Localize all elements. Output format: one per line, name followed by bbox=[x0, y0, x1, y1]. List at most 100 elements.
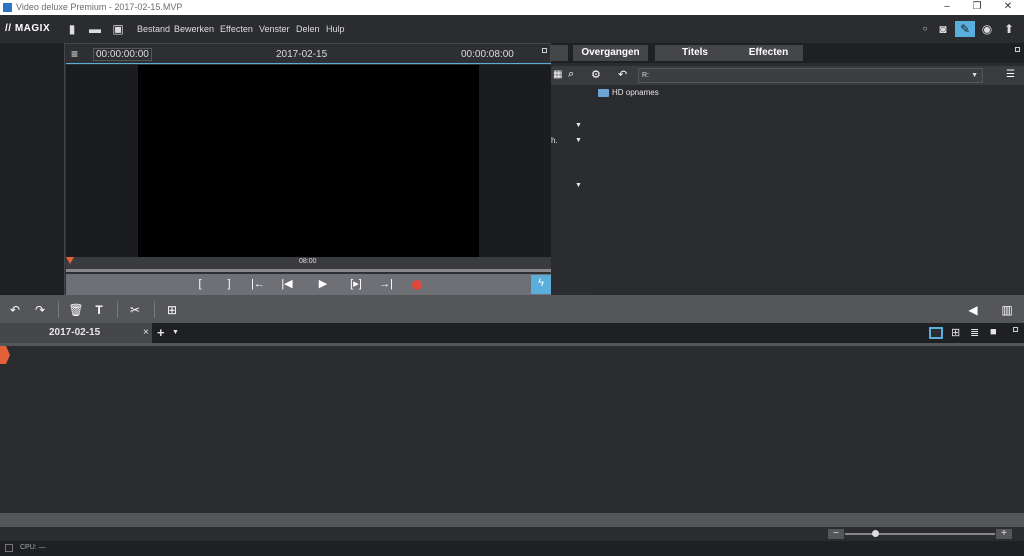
prev-frame-icon[interactable]: |◀ bbox=[278, 276, 296, 293]
left-dock bbox=[0, 43, 64, 295]
menu-bewerken[interactable]: Bewerken bbox=[174, 24, 214, 34]
maximize-button[interactable]: ❐ bbox=[962, 1, 992, 12]
dot-icon[interactable]: ○ bbox=[917, 21, 933, 37]
tab-effecten[interactable]: Effecten bbox=[734, 45, 803, 61]
menu-icon[interactable]: ≡ bbox=[71, 47, 78, 61]
timecode-duration: 00:00:08:00 bbox=[461, 49, 514, 60]
upload-icon[interactable]: ⬆ bbox=[1001, 21, 1017, 37]
horizontal-scrollbar[interactable] bbox=[0, 513, 1024, 527]
arranger-tab-row: 2017-02-15 × + ▼ ⊞ ≣ ■ bbox=[0, 323, 1024, 343]
new-file-icon[interactable]: ▮ bbox=[64, 21, 80, 37]
arranger-tab[interactable]: 2017-02-15 × bbox=[0, 323, 152, 343]
goto-start-icon[interactable]: |← bbox=[249, 276, 267, 293]
search-icon[interactable]: ⌕ bbox=[568, 68, 574, 81]
menu-hulp[interactable]: Hulp bbox=[326, 24, 345, 34]
arranger-tab-label: 2017-02-15 bbox=[49, 327, 101, 338]
tree-item-label[interactable]: h. bbox=[551, 136, 558, 145]
playhead-marker[interactable] bbox=[66, 257, 74, 264]
playhead-marker[interactable] bbox=[0, 346, 10, 364]
undo-icon[interactable]: ↶ bbox=[6, 302, 24, 318]
goto-end-icon[interactable]: →| bbox=[377, 276, 395, 293]
preview-title: 2017-02-15 bbox=[276, 49, 328, 60]
chevron-down-icon[interactable]: ▼ bbox=[172, 329, 179, 336]
window-title: Video deluxe Premium - 2017-02-15.MVP bbox=[16, 2, 183, 12]
preview-scrub-bar[interactable]: 08:00 bbox=[66, 257, 551, 269]
status-icon bbox=[5, 544, 13, 552]
mark-in-button[interactable]: [ bbox=[191, 276, 209, 293]
zoom-in-button[interactable]: + bbox=[996, 529, 1012, 539]
tab-overgangen[interactable]: Overgangen bbox=[573, 45, 648, 61]
folder-tree: ▼ h. ▼ ▼ bbox=[551, 85, 593, 295]
tree-expand-icon[interactable]: ▼ bbox=[575, 137, 582, 144]
tree-expand-icon[interactable]: ▼ bbox=[575, 122, 582, 129]
add-tab-button[interactable]: + bbox=[157, 325, 165, 340]
scene-mode-icon[interactable]: ⊞ bbox=[951, 326, 960, 339]
chevron-down-icon: ▼ bbox=[971, 72, 978, 79]
media-pool: Overgangen Titels Effecten ▦ ⌕ ⚙ ↶ R: ▼ … bbox=[551, 43, 1024, 295]
maximize-panel-icon[interactable] bbox=[542, 48, 547, 53]
divider bbox=[58, 301, 59, 318]
menu-effecten[interactable]: Effecten bbox=[220, 24, 253, 34]
play-icon[interactable]: ▶ bbox=[314, 276, 332, 293]
list-view-icon[interactable]: ☰ bbox=[1006, 69, 1015, 80]
file-name: HD opnames bbox=[612, 88, 659, 97]
path-value: R: bbox=[642, 72, 649, 79]
menu-bar: // MAGIX ▮ ▬ ▣ Bestand Bewerken Effecten… bbox=[0, 15, 1024, 43]
file-list: HD opnames bbox=[593, 85, 1024, 295]
tab-titels[interactable]: Titels bbox=[655, 45, 735, 61]
cut-icon[interactable]: ✂ bbox=[126, 302, 144, 318]
edit-mode-icon[interactable]: ✎ bbox=[955, 21, 975, 37]
divider bbox=[117, 301, 118, 318]
insert-icon[interactable]: ⊞ bbox=[163, 302, 181, 318]
zoom-slider[interactable] bbox=[845, 533, 995, 535]
close-icon[interactable]: × bbox=[143, 327, 149, 338]
gear-icon[interactable]: ⚙ bbox=[591, 68, 601, 81]
status-bar: CPU: — bbox=[0, 541, 1024, 556]
open-folder-icon[interactable]: ▬ bbox=[87, 21, 103, 37]
camera-icon[interactable]: ◙ bbox=[935, 21, 951, 37]
zoom-slider-handle[interactable] bbox=[872, 530, 879, 537]
menu-delen[interactable]: Delen bbox=[296, 24, 320, 34]
save-icon[interactable]: ▣ bbox=[110, 21, 126, 37]
storyboard-mode-icon[interactable] bbox=[929, 327, 943, 339]
accent-line bbox=[66, 63, 551, 64]
delete-icon[interactable]: 🗑 bbox=[67, 302, 85, 318]
quick-action-icon[interactable]: ϟ bbox=[531, 275, 551, 294]
multicam-icon[interactable]: ■ bbox=[990, 326, 997, 338]
menu-bestand[interactable]: Bestand bbox=[137, 24, 170, 34]
close-button[interactable]: ✕ bbox=[993, 1, 1023, 12]
record-icon[interactable] bbox=[412, 280, 422, 290]
timeline-toolbar: ↶ ↷ 🗑 T ✂ ⊞ ◀ ▥ bbox=[0, 295, 1024, 323]
app-icon bbox=[3, 3, 12, 12]
arranger-track-area[interactable] bbox=[0, 343, 1024, 513]
zoom-out-button[interactable]: − bbox=[828, 529, 844, 539]
preview-range-slider[interactable] bbox=[66, 269, 551, 272]
media-toolbar: ▦ ⌕ ⚙ ↶ R: ▼ ☰ bbox=[551, 66, 1024, 85]
menu-venster[interactable]: Venster bbox=[259, 24, 290, 34]
maximize-panel-icon[interactable] bbox=[1015, 47, 1020, 52]
preview-monitor: ≡ 00:00:00:00 2017-02-15 00:00:08:00 08:… bbox=[64, 43, 551, 295]
volume-icon[interactable]: ◀ bbox=[964, 302, 982, 318]
transport-controls: [ ] |← |◀ ▶ [▸] →| ϟ bbox=[66, 274, 551, 295]
scrub-time-label: 08:00 bbox=[299, 258, 317, 265]
tree-expand-icon[interactable]: ▼ bbox=[575, 182, 582, 189]
text-icon[interactable]: T bbox=[90, 302, 108, 318]
window-titlebar: Video deluxe Premium - 2017-02-15.MVP – … bbox=[0, 0, 1024, 15]
divider bbox=[154, 301, 155, 318]
play-range-icon[interactable]: [▸] bbox=[347, 276, 365, 293]
mixer-icon[interactable]: ▥ bbox=[998, 302, 1016, 318]
disc-icon[interactable]: ◉ bbox=[979, 21, 995, 37]
tab-import[interactable] bbox=[551, 45, 568, 61]
maximize-panel-icon[interactable] bbox=[1013, 327, 1018, 332]
path-dropdown[interactable]: R: ▼ bbox=[638, 68, 983, 83]
timecode-position[interactable]: 00:00:00:00 bbox=[93, 48, 152, 61]
cpu-status: CPU: — bbox=[20, 544, 46, 551]
magix-logo: // MAGIX bbox=[5, 23, 51, 34]
grid-view-icon[interactable]: ▦ bbox=[553, 69, 562, 80]
video-display bbox=[138, 65, 479, 257]
timeline-mode-icon[interactable]: ≣ bbox=[970, 326, 979, 339]
minimize-button[interactable]: – bbox=[932, 1, 962, 12]
back-icon[interactable]: ↶ bbox=[618, 68, 627, 81]
mark-out-button[interactable]: ] bbox=[220, 276, 238, 293]
redo-icon[interactable]: ↷ bbox=[31, 302, 49, 318]
